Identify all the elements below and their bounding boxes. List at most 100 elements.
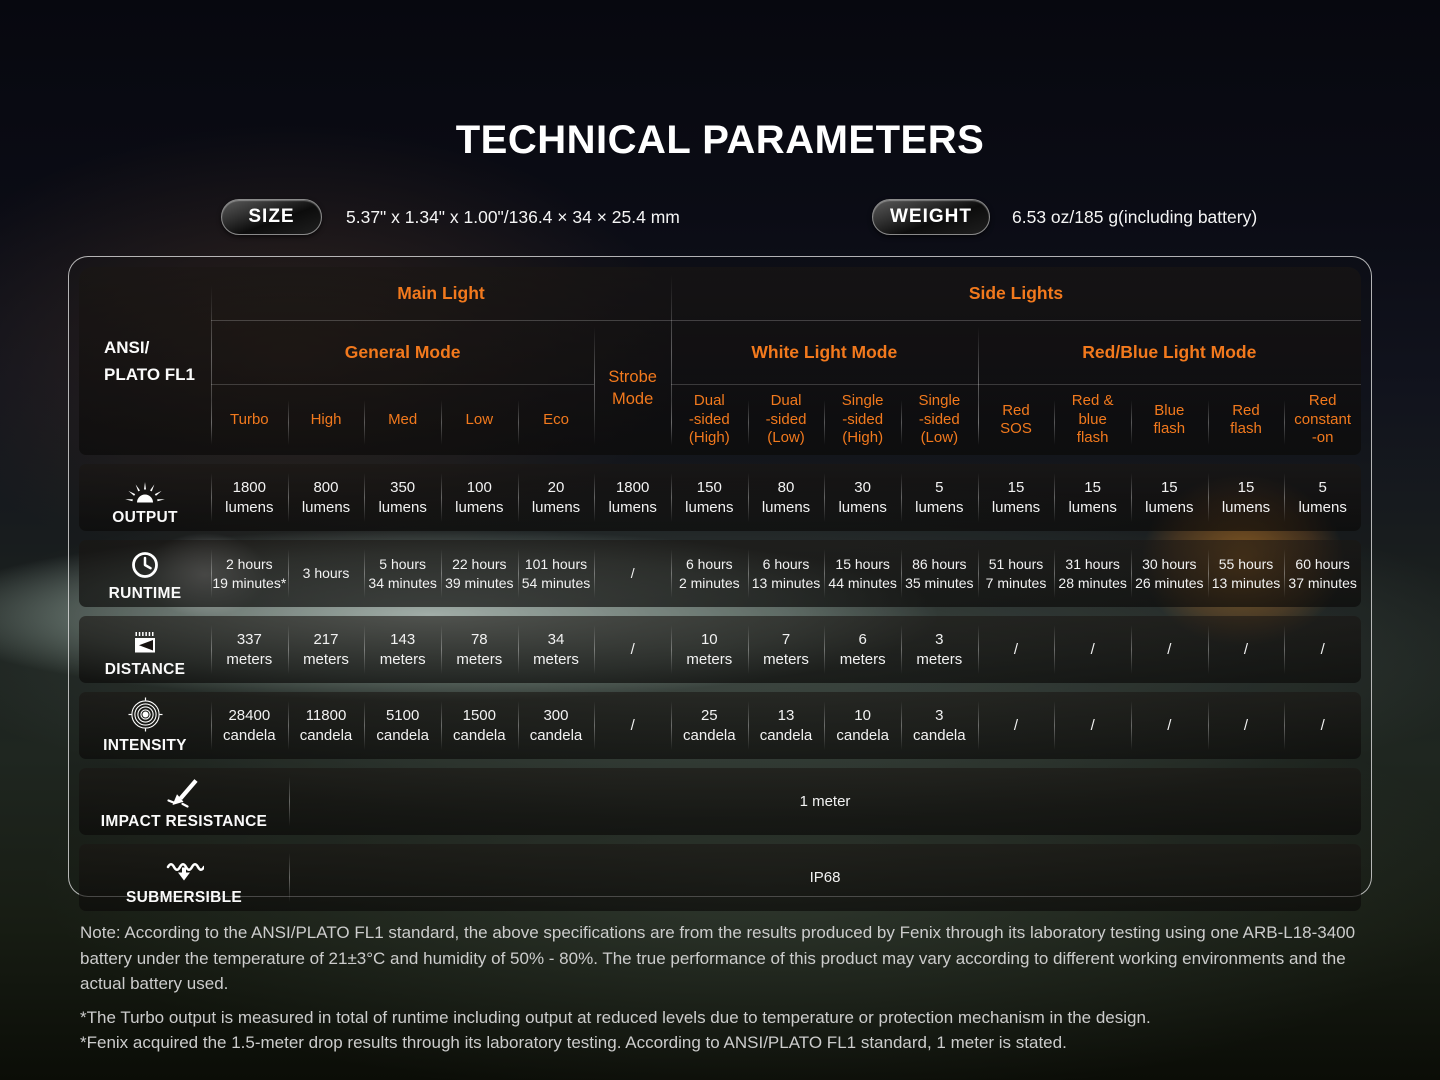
spec-cell: 100 lumens bbox=[441, 464, 518, 531]
column-header: Blue flash bbox=[1131, 385, 1208, 455]
row-label-text: INTENSITY bbox=[103, 737, 187, 755]
column-header: Single -sided (High) bbox=[824, 385, 901, 455]
white-light-mode-header: White Light Mode bbox=[671, 321, 978, 385]
spec-cell: 15 lumens bbox=[978, 464, 1055, 531]
column-header: Dual -sided (Low) bbox=[748, 385, 825, 455]
row-label-impact-resistance: IMPACT RESISTANCE bbox=[79, 768, 289, 835]
spec-cell: / bbox=[1054, 616, 1131, 683]
spec-cell: / bbox=[594, 692, 671, 759]
impact-arrow-icon bbox=[166, 772, 202, 808]
spec-cell: 25 candela bbox=[671, 692, 748, 759]
spec-cell: 28400 candela bbox=[211, 692, 288, 759]
clock-icon bbox=[130, 544, 160, 580]
row-label-submersible: SUBMERSIBLE bbox=[79, 844, 289, 911]
strobe-mode-header: Strobe Mode bbox=[594, 321, 671, 455]
spec-cell: 30 lumens bbox=[824, 464, 901, 531]
spec-cell: / bbox=[1284, 616, 1361, 683]
column-header: Red flash bbox=[1208, 385, 1285, 455]
spec-table-header: ANSI/ PLATO FL1 Main Light Side Lights G… bbox=[79, 267, 1361, 455]
spec-cell: 800 lumens bbox=[288, 464, 365, 531]
spec-cell: 3 hours bbox=[288, 540, 365, 607]
size-value: 5.37" x 1.34" x 1.00"/136.4 × 34 × 25.4 … bbox=[346, 199, 680, 235]
footnotes: Note: According to the ANSI/PLATO FL1 st… bbox=[80, 920, 1364, 1056]
row-label-distance: DISTANCE bbox=[79, 616, 211, 683]
column-header: Dual -sided (High) bbox=[671, 385, 748, 455]
divider bbox=[211, 285, 212, 443]
spec-cell: 1500 candela bbox=[441, 692, 518, 759]
weight-value: 6.53 oz/185 g(including battery) bbox=[1012, 199, 1257, 235]
spec-cell: / bbox=[978, 692, 1055, 759]
spec-row-output: OUTPUT 1800 lumens800 lumens350 lumens10… bbox=[79, 464, 1361, 531]
column-header: Eco bbox=[518, 385, 595, 455]
column-header: High bbox=[288, 385, 365, 455]
spec-cell: 60 hours 37 minutes bbox=[1284, 540, 1361, 607]
spec-cell: 13 candela bbox=[748, 692, 825, 759]
sunburst-icon bbox=[125, 468, 165, 504]
spec-cell: 3 candela bbox=[901, 692, 978, 759]
column-header: Low bbox=[441, 385, 518, 455]
distance-flag-icon bbox=[130, 620, 160, 656]
spec-cell: 1800 lumens bbox=[211, 464, 288, 531]
weight-badge-label: WEIGHT bbox=[890, 206, 972, 228]
spec-cell: 7 meters bbox=[748, 616, 825, 683]
spec-cell: / bbox=[594, 616, 671, 683]
row-label-intensity: INTENSITY bbox=[79, 692, 211, 759]
spec-cell: 31 hours 28 minutes bbox=[1054, 540, 1131, 607]
row-label-output: OUTPUT bbox=[79, 464, 211, 531]
spec-table: ANSI/ PLATO FL1 Main Light Side Lights G… bbox=[68, 256, 1372, 897]
column-header: Red & blue flash bbox=[1054, 385, 1131, 455]
spec-cell: 6 hours 13 minutes bbox=[748, 540, 825, 607]
spec-cell: 86 hours 35 minutes bbox=[901, 540, 978, 607]
row-label-text: DISTANCE bbox=[105, 661, 185, 679]
spec-cell: / bbox=[1208, 616, 1285, 683]
spec-cell-wide: 1 meter bbox=[289, 768, 1361, 835]
column-header: Single -sided (Low) bbox=[901, 385, 978, 455]
spec-cell: / bbox=[1284, 692, 1361, 759]
spec-cell: 51 hours 7 minutes bbox=[978, 540, 1055, 607]
spec-cell: 11800 candela bbox=[288, 692, 365, 759]
spec-cell: 15 hours 44 minutes bbox=[824, 540, 901, 607]
spec-cell: 15 lumens bbox=[1054, 464, 1131, 531]
spec-cell: 5100 candela bbox=[364, 692, 441, 759]
spec-cell: 15 lumens bbox=[1208, 464, 1285, 531]
spec-cell: 101 hours 54 minutes bbox=[518, 540, 595, 607]
side-lights-group-header: Side Lights bbox=[671, 267, 1361, 321]
column-header: Red constant -on bbox=[1284, 385, 1361, 455]
water-arrow-icon bbox=[164, 848, 204, 884]
note-standard: Note: According to the ANSI/PLATO FL1 st… bbox=[80, 920, 1364, 997]
spec-cell: 1800 lumens bbox=[594, 464, 671, 531]
spec-cell: 80 lumens bbox=[748, 464, 825, 531]
column-header: Turbo bbox=[211, 385, 288, 455]
size-badge-label: SIZE bbox=[248, 206, 294, 228]
spec-cell: / bbox=[1054, 692, 1131, 759]
spec-cell: 22 hours 39 minutes bbox=[441, 540, 518, 607]
spec-cell: 300 candela bbox=[518, 692, 595, 759]
spec-cell: / bbox=[1131, 692, 1208, 759]
main-light-group-header: Main Light bbox=[211, 267, 671, 321]
spec-cell-wide: IP68 bbox=[289, 844, 1361, 911]
ansi-plato-label: ANSI/ PLATO FL1 bbox=[79, 267, 211, 455]
spec-cell: 10 candela bbox=[824, 692, 901, 759]
spec-row-distance: DISTANCE 337 meters217 meters143 meters7… bbox=[79, 616, 1361, 683]
spec-cell: 55 hours 13 minutes bbox=[1208, 540, 1285, 607]
spec-cell: / bbox=[978, 616, 1055, 683]
spec-row-impact-resistance: IMPACT RESISTANCE 1 meter bbox=[79, 768, 1361, 835]
spec-cell: 150 lumens bbox=[671, 464, 748, 531]
spec-cell: 78 meters bbox=[441, 616, 518, 683]
general-mode-header: General Mode bbox=[211, 321, 594, 385]
spec-cell: 6 meters bbox=[824, 616, 901, 683]
divider bbox=[978, 327, 979, 445]
page-title: TECHNICAL PARAMETERS bbox=[0, 118, 1440, 163]
row-label-text: SUBMERSIBLE bbox=[126, 889, 242, 907]
spec-row-intensity: INTENSITY 28400 candela11800 candela5100… bbox=[79, 692, 1361, 759]
spec-cell: 15 lumens bbox=[1131, 464, 1208, 531]
column-header: Med bbox=[364, 385, 441, 455]
spec-cell: 337 meters bbox=[211, 616, 288, 683]
spec-cell: 34 meters bbox=[518, 616, 595, 683]
size-badge: SIZE bbox=[221, 199, 322, 235]
column-header: Red SOS bbox=[978, 385, 1055, 455]
divider bbox=[594, 327, 595, 445]
spec-cell: 350 lumens bbox=[364, 464, 441, 531]
spec-cell: 3 meters bbox=[901, 616, 978, 683]
spec-cell: 5 lumens bbox=[1284, 464, 1361, 531]
